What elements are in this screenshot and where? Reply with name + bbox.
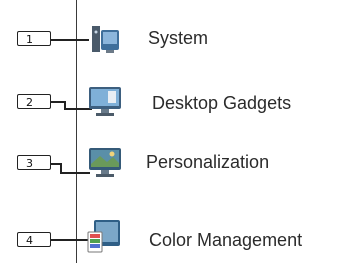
list-item-desktop-gadgets[interactable]: 2 Desktop Gadgets xyxy=(0,76,356,128)
callout-number: 2 xyxy=(17,94,51,109)
callout-number: 4 xyxy=(17,232,51,247)
callout-number: 1 xyxy=(17,31,51,46)
item-label: Desktop Gadgets xyxy=(152,93,292,113)
item-label: Personalization xyxy=(146,152,270,172)
item-label: Color Management xyxy=(149,230,303,250)
list-item-color-management[interactable]: 4 Color Management xyxy=(0,202,356,254)
desktop-gadgets-icon xyxy=(84,80,126,122)
list-item-system[interactable]: 1 System xyxy=(0,14,356,66)
color-management-icon xyxy=(84,216,126,258)
callout-number: 3 xyxy=(17,155,51,170)
list-item-personalization[interactable]: 3 Personalization xyxy=(0,138,356,190)
system-icon xyxy=(84,18,126,60)
item-label: System xyxy=(148,28,209,48)
callout-leader xyxy=(51,101,65,103)
personalization-icon xyxy=(84,140,126,182)
